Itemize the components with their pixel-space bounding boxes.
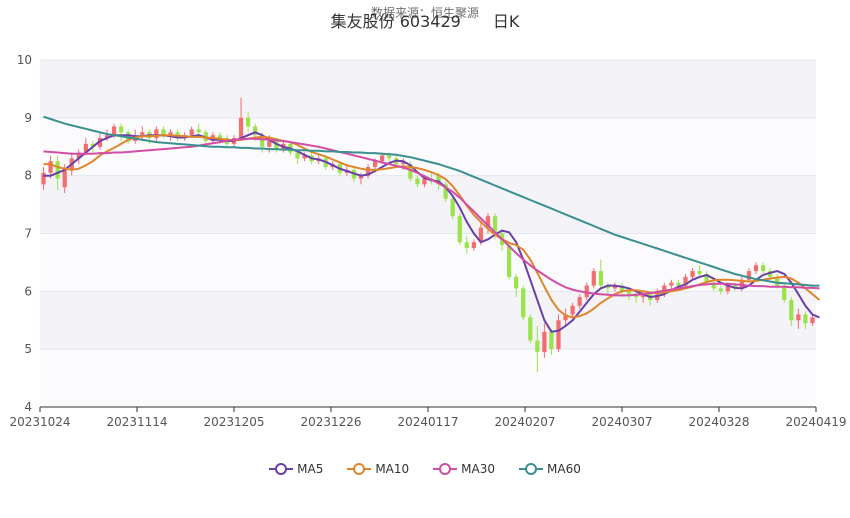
candle-body [295, 152, 300, 159]
grid-band [40, 291, 816, 350]
candle-body [535, 340, 540, 353]
x-tick-label: 20240307 [591, 415, 652, 429]
candle-body [380, 155, 385, 162]
legend-label: MA10 [375, 462, 410, 476]
candle-body [119, 126, 124, 133]
y-tick-label: 4 [24, 400, 32, 414]
candle-body [796, 314, 801, 321]
candle-body [55, 161, 60, 179]
candle-body [542, 331, 547, 353]
candle-body [810, 317, 815, 324]
candle-body [556, 320, 561, 350]
x-tick-label: 20231024 [9, 415, 70, 429]
y-tick-label: 9 [24, 111, 32, 125]
grid-band [40, 349, 816, 407]
candle-body [196, 129, 201, 133]
candle-body [415, 178, 420, 185]
y-tick-label: 10 [17, 53, 32, 67]
candle-body [598, 271, 603, 286]
candle-body [803, 314, 808, 324]
candle-body [450, 198, 455, 217]
candle-body [697, 271, 702, 274]
grid-band [40, 60, 816, 118]
candle-body [676, 282, 681, 286]
legend-item-ma60[interactable]: MA60 [519, 462, 581, 476]
legend-swatch-icon [347, 463, 372, 475]
candle-body [189, 129, 194, 136]
candle-body [48, 161, 53, 173]
candle-body [140, 132, 145, 136]
y-tick-label: 5 [24, 342, 32, 356]
candle-body [464, 242, 469, 248]
chart-svg: 4 5 6 7 8 9 10 20231024 20231114 20231205 20231226… [9, 53, 846, 429]
candle-body [111, 126, 117, 136]
candle-body [753, 265, 759, 272]
kline-chart: 数据来源：恒生聚源 集友股份 603429 日K 4 5 6 7 8 9 10 2023102… [0, 0, 850, 518]
candle-body [514, 276, 519, 289]
x-tick-label: 20240419 [785, 415, 846, 429]
candle-body [267, 140, 272, 147]
legend-swatch-icon [269, 463, 294, 475]
candle-body [718, 288, 723, 292]
candle-body [41, 172, 46, 185]
candle-body [387, 155, 392, 159]
legend-item-ma10[interactable]: MA10 [347, 462, 409, 476]
legend-swatch-icon [433, 463, 458, 475]
x-tick-label: 20231226 [300, 415, 361, 429]
y-tick-label: 8 [24, 169, 32, 183]
legend-label: MA60 [547, 462, 581, 476]
candle-body [789, 300, 794, 321]
candle-body [591, 271, 596, 286]
x-tick-label: 20240328 [688, 415, 749, 429]
candle-body [528, 317, 533, 341]
candle-body [372, 161, 378, 167]
candle-body [457, 216, 462, 243]
chart-legend: MA5 MA10 MA30 MA60 [0, 462, 850, 476]
candle-body [577, 297, 582, 306]
legend-swatch-icon [519, 463, 544, 475]
candle-body [245, 117, 251, 127]
legend-item-ma30[interactable]: MA30 [433, 462, 495, 476]
x-tick-label: 20240117 [397, 415, 458, 429]
legend-item-ma5[interactable]: MA5 [269, 462, 323, 476]
candle-body [471, 242, 476, 248]
candle-body [62, 169, 67, 188]
x-tick-label: 20240207 [494, 415, 555, 429]
candle-body [626, 291, 632, 295]
candle-body [760, 265, 766, 272]
grid-band [40, 175, 816, 234]
candle-body [669, 282, 674, 286]
y-tick-label: 7 [24, 227, 32, 241]
legend-label: MA30 [461, 462, 496, 476]
candle-body [570, 305, 575, 315]
candle-body [690, 271, 695, 277]
y-tick-label: 6 [24, 284, 32, 298]
x-tick-label: 20231205 [203, 415, 264, 429]
x-tick-label: 20231114 [106, 415, 167, 429]
candle-body [521, 288, 526, 318]
candle-body [507, 245, 512, 277]
candle-body [549, 331, 554, 350]
legend-label: MA5 [297, 462, 324, 476]
candle-body [238, 117, 244, 139]
